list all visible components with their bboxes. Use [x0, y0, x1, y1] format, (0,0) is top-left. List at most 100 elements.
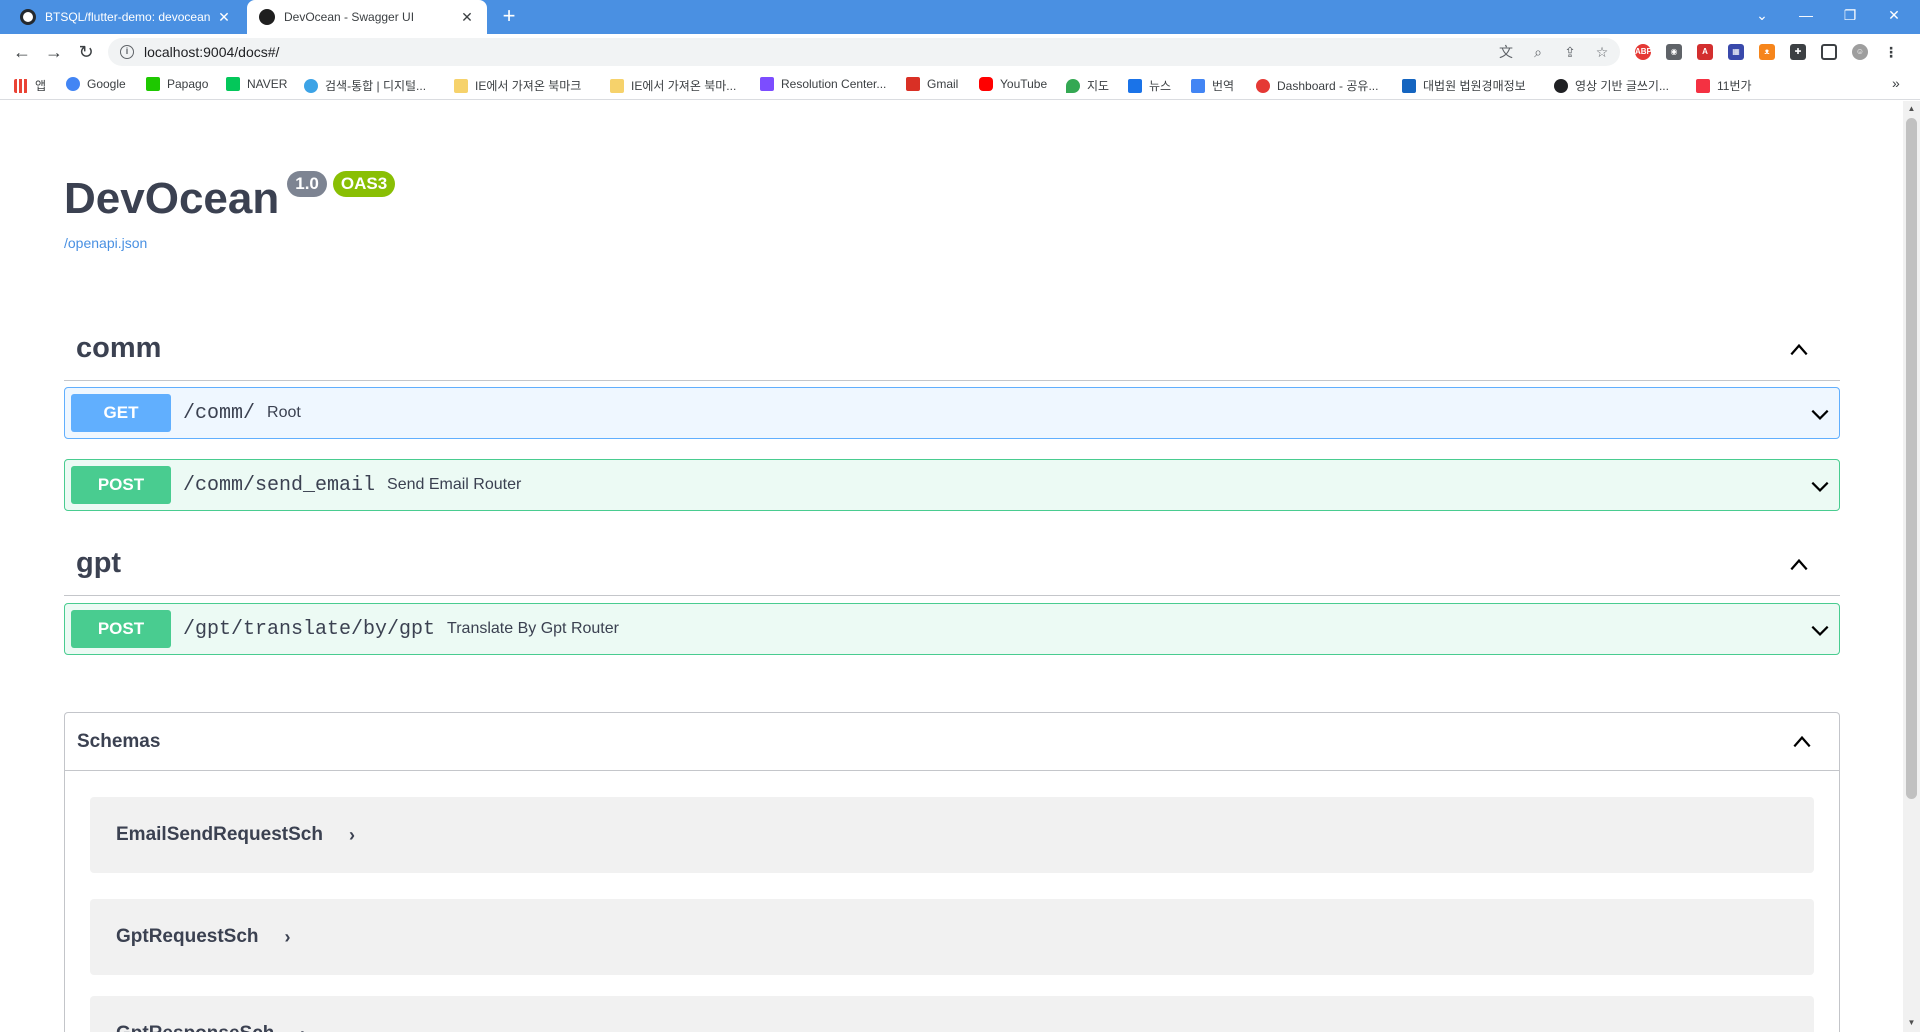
new-tab-button[interactable]: + — [497, 5, 521, 29]
eleventh-street-icon — [1696, 78, 1710, 93]
dashboard-icon — [1256, 78, 1270, 93]
zoom-icon[interactable]: ⌕ — [1528, 42, 1548, 62]
method-badge: POST — [71, 610, 171, 648]
address-toolbar: ← → ↻ i 文 ⌕ ⇪ ☆ ABP ◉ A ▦ ᴥ ✚ ☺ ⋮ — [0, 34, 1920, 70]
naver-icon — [226, 77, 240, 91]
bookmark-apps[interactable]: 앱 — [14, 77, 46, 94]
url-input[interactable] — [144, 44, 1444, 60]
bookmark-maps[interactable]: 지도 — [1066, 77, 1109, 94]
reload-icon[interactable]: ↻ — [74, 40, 98, 64]
tab-strip: BTSQL/flutter-demo: devocean ✕ DevOcean … — [0, 0, 1920, 34]
chevron-up-icon[interactable] — [1791, 731, 1813, 753]
apps-grid-icon — [14, 78, 28, 93]
close-icon[interactable]: ✕ — [216, 9, 232, 26]
openapi-json-link[interactable]: /openapi.json — [64, 235, 147, 251]
scrollbar-thumb[interactable] — [1906, 118, 1917, 799]
operation-post-gpt-translate[interactable]: POST /gpt/translate/by/gpt Translate By … — [64, 603, 1840, 655]
shopping-bag-icon — [760, 77, 774, 91]
tab-search-icon[interactable]: ⌄ — [1740, 0, 1784, 30]
schemas-section: Schemas EmailSendRequestSch › GptRequest… — [64, 712, 1840, 1032]
tag-section-comm[interactable]: comm — [64, 317, 1840, 381]
method-badge: GET — [71, 394, 171, 432]
page-content: DevOcean 1.0 OAS3 /openapi.json comm GET… — [0, 101, 1903, 1032]
profile-avatar[interactable]: ☺ — [1852, 44, 1868, 60]
metamask-icon[interactable]: ᴥ — [1759, 44, 1775, 60]
chevron-up-icon[interactable] — [1788, 554, 1810, 576]
schema-name: GptResponseSch — [116, 1023, 274, 1032]
bookmark-papago[interactable]: Papago — [146, 77, 208, 91]
chevron-up-icon[interactable] — [1788, 339, 1810, 361]
scroll-down-icon[interactable]: ▼ — [1906, 1018, 1917, 1030]
papago-icon — [146, 77, 160, 91]
map-pin-icon — [1066, 78, 1080, 93]
extensions-puzzle-icon[interactable]: ✚ — [1790, 44, 1806, 60]
bookmark-ie-folder-1[interactable]: IE에서 가져온 북마크 — [454, 77, 581, 94]
chevron-down-icon[interactable] — [1809, 619, 1831, 641]
forward-icon[interactable]: → — [42, 40, 66, 64]
operation-summary: Send Email Router — [387, 476, 522, 493]
side-panel-icon[interactable] — [1821, 44, 1837, 60]
minimize-icon[interactable]: — — [1784, 0, 1828, 30]
bookmark-translate[interactable]: 번역 — [1191, 77, 1234, 94]
info-header: DevOcean 1.0 OAS3 — [64, 171, 396, 227]
back-icon[interactable]: ← — [10, 40, 34, 64]
chevron-right-icon[interactable]: › — [300, 1024, 306, 1032]
chevron-down-icon[interactable] — [1809, 475, 1831, 497]
operation-post-send-email[interactable]: POST /comm/send_email Send Email Router — [64, 459, 1840, 511]
close-window-icon[interactable]: ✕ — [1872, 0, 1916, 30]
bookmarks-bar: 앱 Google Papago NAVER 검색-통합 | 디지털... IE에… — [0, 70, 1920, 100]
bookmark-search-digital[interactable]: 검색-통합 | 디지털... — [304, 77, 426, 94]
court-icon — [1402, 78, 1416, 93]
scroll-up-icon[interactable]: ▲ — [1906, 104, 1917, 116]
chevron-right-icon[interactable]: › — [349, 825, 355, 846]
youtube-icon — [979, 77, 993, 91]
bookmark-court-auction[interactable]: 대법원 법원경매정보 — [1402, 77, 1526, 94]
tag-name: gpt — [76, 547, 122, 579]
globe-icon — [1554, 78, 1568, 93]
bookmark-ie-folder-2[interactable]: IE에서 가져온 북마... — [610, 77, 736, 94]
site-info-icon[interactable]: i — [120, 45, 134, 59]
translate-icon — [1191, 78, 1205, 93]
tab-title: BTSQL/flutter-demo: devocean — [45, 10, 211, 24]
address-bar[interactable]: i — [108, 38, 1620, 66]
bookmark-google[interactable]: Google — [66, 77, 126, 91]
menu-kebab-icon[interactable]: ⋮ — [1883, 44, 1899, 60]
bookmark-resolution-center[interactable]: Resolution Center... — [760, 77, 886, 91]
pdf-icon[interactable]: A — [1697, 44, 1713, 60]
bookmark-dashboard[interactable]: Dashboard - 공유... — [1256, 77, 1378, 94]
news-icon — [1128, 78, 1142, 93]
extension-colorful-icon[interactable]: ▦ — [1728, 44, 1744, 60]
bookmark-news[interactable]: 뉴스 — [1128, 77, 1171, 94]
schema-name: EmailSendRequestSch — [116, 824, 323, 845]
version-badge: 1.0 — [287, 171, 327, 197]
schema-name: GptRequestSch — [116, 926, 259, 947]
camera-icon[interactable]: ◉ — [1666, 44, 1682, 60]
tab-swagger[interactable]: DevOcean - Swagger UI ✕ — [247, 0, 487, 34]
schemas-title: Schemas — [77, 730, 161, 752]
operation-get-comm-root[interactable]: GET /comm/ Root — [64, 387, 1840, 439]
bookmark-naver[interactable]: NAVER — [226, 77, 287, 91]
adblock-icon[interactable]: ABP — [1635, 44, 1652, 60]
tag-section-gpt[interactable]: gpt — [64, 532, 1840, 596]
gmail-icon — [906, 77, 920, 91]
operation-summary: Root — [267, 404, 301, 421]
translate-icon[interactable]: 文 — [1496, 42, 1516, 62]
bookmark-youtube[interactable]: YouTube — [979, 77, 1047, 91]
chevron-right-icon[interactable]: › — [285, 927, 291, 948]
schemas-header[interactable]: Schemas — [65, 713, 1839, 771]
bookmark-11st[interactable]: 11번가 — [1696, 77, 1752, 94]
github-icon — [20, 9, 36, 25]
share-icon[interactable]: ⇪ — [1560, 42, 1580, 62]
bookmark-gmail[interactable]: Gmail — [906, 77, 958, 91]
bookmark-video-writing[interactable]: 영상 기반 글쓰기... — [1554, 77, 1669, 94]
bookmarks-overflow-icon[interactable]: » — [1892, 75, 1900, 91]
tab-github[interactable]: BTSQL/flutter-demo: devocean ✕ — [8, 0, 244, 34]
chevron-down-icon[interactable] — [1809, 403, 1831, 425]
schema-model-email-send-request[interactable]: EmailSendRequestSch › — [90, 797, 1814, 873]
schema-model-gpt-response[interactable]: GptResponseSch › — [90, 996, 1814, 1032]
operation-path: /gpt/translate/by/gpt — [183, 617, 436, 641]
bookmark-star-icon[interactable]: ☆ — [1592, 42, 1612, 62]
close-icon[interactable]: ✕ — [459, 9, 475, 26]
restore-icon[interactable]: ❐ — [1828, 0, 1872, 30]
schema-model-gpt-request[interactable]: GptRequestSch › — [90, 899, 1814, 975]
